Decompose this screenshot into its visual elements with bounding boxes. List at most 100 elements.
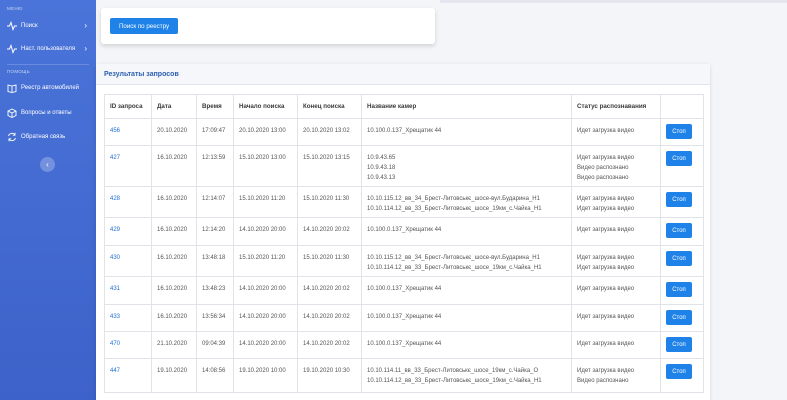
book-icon	[6, 83, 17, 94]
column-header-time: Время	[196, 94, 234, 119]
cell-recognition-status: Идет загрузка видео	[571, 276, 661, 305]
stop-button[interactable]: Стоп	[666, 192, 692, 207]
status-text: Видео распознано	[577, 165, 629, 171]
status-text: Идет загрузка видео	[577, 128, 635, 134]
cell-action: Стоп	[660, 304, 704, 332]
cell-request-id: 428	[104, 186, 152, 218]
cell-action: Стоп	[660, 276, 704, 305]
status-text: Идет загрузка видео	[577, 196, 635, 202]
status-text: Идет загрузка видео	[577, 206, 635, 212]
stop-button[interactable]: Стоп	[666, 151, 692, 166]
stop-button[interactable]: Стоп	[666, 282, 692, 297]
cell-recognition-status: Идет загрузка видео Видео распознано	[571, 358, 661, 393]
cell-recognition-status: Идет загрузка видео	[571, 118, 661, 146]
cell-date: 16.10.2020	[151, 217, 197, 246]
cell-camera-names: 10.100.0.137_Хрещатик 44	[361, 331, 572, 359]
request-id-link[interactable]: 429	[110, 227, 120, 233]
cell-date: 16.10.2020	[151, 245, 197, 277]
activity-icon	[6, 21, 17, 32]
table-row: 430 16.10.2020 13:48:18 15.10.2020 11:20 15.…	[104, 245, 704, 277]
cell-time: 09:04:39	[196, 331, 234, 359]
cell-action: Стоп	[660, 145, 704, 187]
column-header-search-end: Конец поиска	[297, 94, 362, 119]
chevron-right-icon: ›	[84, 44, 87, 53]
sidebar-item-label: Обратная связь	[21, 134, 66, 140]
results-title: Результаты запросов	[96, 64, 710, 85]
camera-name: 10.100.0.137_Хрещатик 44	[367, 314, 442, 320]
stop-button[interactable]: Стоп	[666, 124, 692, 139]
sidebar-collapse-button[interactable]: ‹	[40, 157, 55, 172]
sidebar-item-user-settings[interactable]: Наст. пользователя ›	[0, 38, 96, 60]
cell-date: 16.10.2020	[151, 276, 197, 305]
cell-search-end: 19.10.2020 10:30	[297, 358, 362, 393]
stop-button[interactable]: Стоп	[666, 337, 692, 352]
results-card: Результаты запросов ID запроса Дата Врем…	[96, 64, 710, 400]
stop-button[interactable]: Стоп	[666, 223, 692, 238]
cell-date: 16.10.2020	[151, 145, 197, 187]
sidebar-item-car-registry[interactable]: Реестр автомобилей	[0, 77, 96, 99]
cell-action: Стоп	[660, 331, 704, 359]
cell-action: Стоп	[660, 217, 704, 246]
status-text: Идет загрузка видео	[577, 155, 635, 161]
cell-search-end: 15.10.2020 11:30	[297, 186, 362, 218]
cell-search-start: 19.10.2020 10:00	[233, 358, 298, 393]
registry-search-button[interactable]: Поиск по реестру	[110, 18, 178, 34]
sidebar-item-feedback[interactable]: Обратная связь	[0, 126, 96, 148]
sidebar-item-label: Реестр автомобилей	[21, 85, 80, 91]
stop-button[interactable]: Стоп	[666, 364, 692, 379]
cell-search-start: 14.10.2020 20:00	[233, 276, 298, 305]
cell-request-id: 429	[104, 217, 152, 246]
status-text: Видео распознано	[577, 378, 629, 384]
top-shadow-strip	[440, 0, 787, 3]
stop-button[interactable]: Стоп	[666, 251, 692, 266]
box-icon	[6, 108, 17, 119]
request-id-link[interactable]: 447	[110, 368, 120, 374]
cell-action: Стоп	[660, 245, 704, 277]
stop-button[interactable]: Стоп	[666, 310, 692, 325]
request-id-link[interactable]: 427	[110, 155, 120, 161]
cell-camera-names: 10.10.114.11_вв_33_Брест-Литовськє_шосе_…	[361, 358, 572, 393]
camera-name: 10.100.0.137_Хрещатик 44	[367, 128, 442, 134]
column-header-camera-name: Название камер	[361, 94, 572, 119]
cell-date: 16.10.2020	[151, 186, 197, 218]
camera-name: 10.10.114.12_вв_33_Брест-Литовськє_шосе_…	[367, 378, 542, 384]
request-id-link[interactable]: 428	[110, 196, 120, 202]
cell-search-end: 14.10.2020 20:02	[297, 304, 362, 332]
sidebar-section-pages: ПОМОЩЬ	[7, 69, 30, 74]
sidebar-divider	[7, 64, 89, 65]
table-row: 447 19.10.2020 14:08:56 19.10.2020 10:00 19.…	[104, 358, 704, 393]
cell-action: Стоп	[660, 118, 704, 146]
request-id-link[interactable]: 470	[110, 341, 120, 347]
cell-action: Стоп	[660, 186, 704, 218]
cell-request-id: 433	[104, 304, 152, 332]
camera-name: 10.100.0.137_Хрещатик 44	[367, 227, 442, 233]
table-row: 433 16.10.2020 13:56:34 14.10.2020 20:00 14.…	[104, 304, 704, 332]
sidebar-item-search[interactable]: Поиск ›	[0, 15, 96, 37]
camera-name: 10.9.43.13	[367, 175, 396, 181]
request-id-link[interactable]: 456	[110, 128, 120, 134]
cell-request-id: 470	[104, 331, 152, 359]
column-header-id: ID запроса	[104, 94, 152, 119]
sidebar-item-faq[interactable]: Вопросы и ответы	[0, 102, 96, 124]
cell-recognition-status: Идет загрузка видео	[571, 217, 661, 246]
cell-search-end: 20.10.2020 13:02	[297, 118, 362, 146]
cell-camera-names: 10.100.0.137_Хрещатик 44	[361, 304, 572, 332]
sidebar: МЕНЮ Поиск › Наст. пользователя › ПОМОЩЬ…	[0, 0, 96, 400]
cell-search-start: 15.10.2020 11:20	[233, 245, 298, 277]
search-card: Поиск по реестру	[101, 8, 435, 44]
cell-camera-names: 10.100.0.137_Хрещатик 44	[361, 217, 572, 246]
sidebar-item-label: Вопросы и ответы	[21, 110, 72, 116]
camera-name: 10.10.115.12_вв_34_Брест-Литовськє_шосе-…	[367, 196, 540, 202]
cell-recognition-status: Идет загрузка видео	[571, 304, 661, 332]
request-id-link[interactable]: 430	[110, 255, 120, 261]
refresh-icon	[6, 132, 17, 143]
camera-name: 10.10.114.12_вв_33_Брест-Литовськє_шосе_…	[367, 206, 542, 212]
status-text: Идет загрузка видео	[577, 255, 635, 261]
request-id-link[interactable]: 431	[110, 286, 120, 292]
cell-search-start: 20.10.2020 13:00	[233, 118, 298, 146]
column-header-status: Статус распознавания	[571, 94, 661, 119]
request-id-link[interactable]: 433	[110, 314, 120, 320]
cell-date: 21.10.2020	[151, 331, 197, 359]
cell-date: 20.10.2020	[151, 118, 197, 146]
status-text: Идет загрузка видео	[577, 286, 635, 292]
